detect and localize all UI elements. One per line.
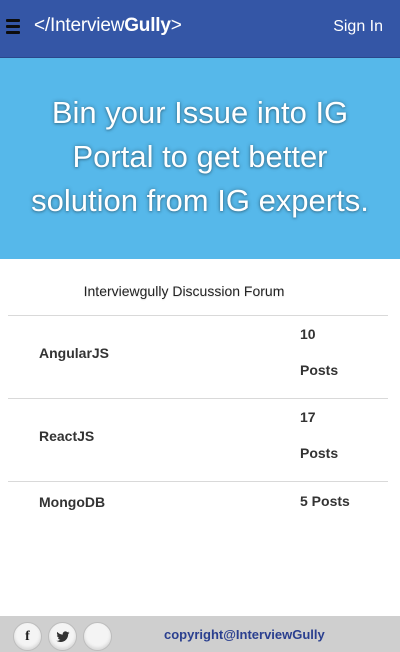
social-share-icon[interactable] <box>83 622 112 651</box>
hamburger-menu-icon[interactable] <box>6 16 22 36</box>
forum-row-mongodb[interactable]: MongoDB <box>39 494 105 510</box>
forum-row-reactjs-posts: 17 Posts <box>300 399 370 471</box>
page: </InterviewGully> Sign In Bin your Issue… <box>0 0 400 652</box>
brand-logo[interactable]: </InterviewGully> <box>34 15 182 41</box>
twitter-icon[interactable] <box>48 622 77 651</box>
divider <box>8 481 388 482</box>
posts-count: 10 <box>300 326 316 342</box>
forum-row-angularjs-posts: 10 Posts <box>300 316 370 388</box>
logo-prefix: </ <box>34 15 50 36</box>
forum-row-reactjs[interactable]: ReactJS <box>39 428 94 444</box>
posts-label: Posts <box>300 362 339 378</box>
logo-text-bold: Gully <box>124 15 171 36</box>
copyright-text: copyright@InterviewGully <box>164 627 325 642</box>
hero-text: Bin your Issue into IG Portal to get bet… <box>31 94 369 218</box>
sign-in-link[interactable]: Sign In <box>333 18 383 36</box>
hero-banner: Bin your Issue into IG Portal to get bet… <box>0 58 400 259</box>
top-navbar: </InterviewGully> Sign In <box>0 0 400 58</box>
forum-row-mongodb-posts: 5 Posts <box>300 493 350 509</box>
forum-row-angularjs[interactable]: AngularJS <box>39 345 109 361</box>
logo-text-thin: Interview <box>49 15 125 36</box>
footer: f copyright@InterviewGully <box>0 616 400 652</box>
logo-suffix: > <box>170 15 182 36</box>
posts-label: Posts <box>300 445 339 461</box>
posts-count: 17 <box>300 409 316 425</box>
facebook-icon[interactable]: f <box>13 622 42 651</box>
forum-title: Interviewgully Discussion Forum <box>83 283 285 299</box>
